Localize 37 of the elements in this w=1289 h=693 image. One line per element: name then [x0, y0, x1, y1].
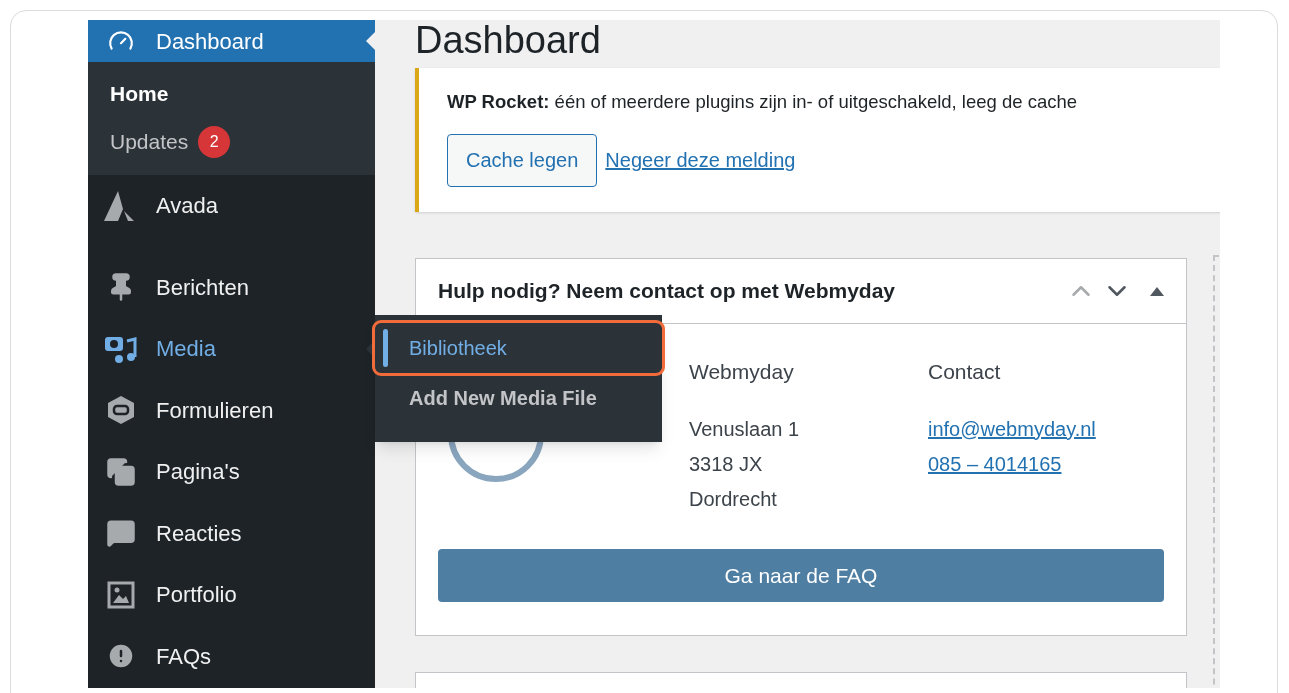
- address-line: Venuslaan 1: [689, 416, 800, 442]
- submenu-label: Updates: [110, 129, 189, 156]
- column-heading: Webmyday: [689, 359, 795, 385]
- sidebar-item[interactable]: Dashboard: [88, 20, 375, 62]
- count-badge: 2: [198, 126, 231, 158]
- flyout-label: Bibliotheek: [409, 336, 507, 361]
- flyout-item[interactable]: Add New Media File: [375, 373, 662, 423]
- collapse-triangle-icon[interactable]: [1150, 286, 1164, 296]
- submenu-label: Home: [110, 81, 169, 108]
- camera-music-icon: [105, 334, 137, 363]
- page-title: Dashboard: [415, 20, 602, 63]
- contact-link[interactable]: 085 – 4014165: [928, 446, 1062, 482]
- faq-button[interactable]: Ga naar de FAQ: [438, 549, 1164, 602]
- sidebar-item[interactable]: Formulieren: [88, 379, 375, 441]
- dismiss-link[interactable]: Negeer deze melding: [605, 145, 796, 176]
- contact-link[interactable]: info@webmyday.nl: [928, 411, 1096, 447]
- submenu-item[interactable]: Home: [88, 70, 375, 118]
- flyout-label: Add New Media File: [409, 386, 597, 411]
- sidebar-item[interactable]: Portfolio: [88, 564, 375, 626]
- framed-image-icon: [106, 579, 136, 610]
- hexagon-form-icon: [106, 395, 136, 426]
- sidebar-item[interactable]: Avada: [88, 175, 375, 237]
- sidebar-item[interactable]: Reacties: [88, 502, 375, 564]
- column-heading: Contact: [928, 359, 1002, 385]
- selection-bar: [383, 329, 388, 367]
- widget-title: Hulp nodig? Neem contact op met Webmyday: [438, 278, 896, 305]
- sidebar-item[interactable]: Berichten: [88, 256, 375, 318]
- notice-text: WP Rocket: één of meerdere plugins zijn in- of uitgeschakeld, leeg de cache: [447, 90, 1079, 114]
- sidebar-item[interactable]: Pagina's: [88, 441, 375, 503]
- address-line: Dordrecht: [689, 486, 777, 512]
- sidebar-item[interactable]: FAQs: [88, 625, 375, 687]
- speech-bubble-icon: [106, 518, 136, 549]
- clear-cache-button[interactable]: Cache legen: [447, 133, 598, 187]
- submenu-item[interactable]: Updates 2: [88, 118, 375, 166]
- pages-icon: [106, 456, 136, 487]
- address-line: 3318 JX: [689, 451, 763, 477]
- flyout-item[interactable]: Bibliotheek: [375, 323, 662, 373]
